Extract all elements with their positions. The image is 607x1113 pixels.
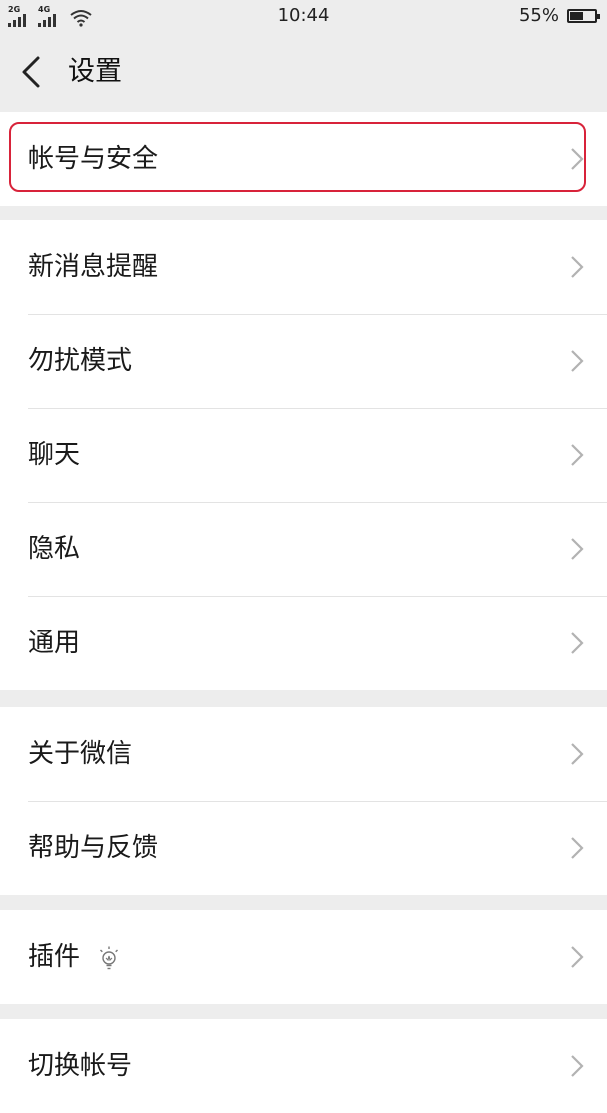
- settings-group-switch-account: 切换帐号: [0, 1019, 607, 1113]
- clock: 10:44: [277, 5, 330, 26]
- settings-row-about[interactable]: 关于微信: [0, 707, 607, 801]
- row-label: 帮助与反馈: [28, 833, 159, 863]
- settings-row-notifications[interactable]: 新消息提醒: [0, 220, 607, 314]
- row-label: 通用: [28, 628, 81, 658]
- header: 设置: [0, 34, 607, 110]
- chevron-right-icon: [571, 148, 584, 170]
- chevron-right-icon: [571, 350, 584, 372]
- page-title: 设置: [68, 56, 122, 87]
- settings-group-main: 新消息提醒 勿扰模式 聊天 隐私 通用: [0, 220, 607, 690]
- row-label: 插件: [28, 942, 81, 972]
- row-label: 切换帐号: [28, 1051, 133, 1081]
- row-label: 聊天: [28, 440, 81, 470]
- battery-percent: 55%: [518, 5, 559, 26]
- status-bar: 2G 4G 10:44 55%: [0, 0, 607, 34]
- row-label: 隐私: [28, 534, 81, 564]
- chevron-right-icon: [571, 632, 584, 654]
- chevron-right-icon: [571, 837, 584, 859]
- settings-row-account-security[interactable]: 帐号与安全: [0, 112, 607, 206]
- chevron-right-icon: [571, 743, 584, 765]
- row-label: 新消息提醒: [28, 252, 159, 282]
- back-button[interactable]: [14, 50, 54, 94]
- chevron-right-icon: [571, 444, 584, 466]
- settings-group-about: 关于微信 帮助与反馈: [0, 707, 607, 895]
- chevron-right-icon: [571, 1055, 584, 1077]
- settings-group-account: 帐号与安全: [0, 112, 607, 206]
- settings-row-chat[interactable]: 聊天: [0, 408, 607, 502]
- row-label: 帐号与安全: [28, 144, 159, 174]
- lightbulb-icon: [100, 946, 118, 970]
- chevron-right-icon: [571, 946, 584, 968]
- row-label: 勿扰模式: [28, 346, 133, 376]
- settings-row-do-not-disturb[interactable]: 勿扰模式: [0, 314, 607, 408]
- settings-row-help-feedback[interactable]: 帮助与反馈: [0, 801, 607, 895]
- battery-icon: [567, 8, 600, 23]
- settings-row-general[interactable]: 通用: [0, 596, 607, 690]
- chevron-right-icon: [571, 256, 584, 278]
- row-label: 关于微信: [28, 739, 133, 769]
- settings-group-plugins: 插件: [0, 910, 607, 1004]
- settings-row-switch-account[interactable]: 切换帐号: [0, 1019, 607, 1113]
- settings-row-privacy[interactable]: 隐私: [0, 502, 607, 596]
- chevron-left-icon: [22, 56, 40, 88]
- settings-row-plugins[interactable]: 插件: [0, 910, 607, 1004]
- chevron-right-icon: [571, 538, 584, 560]
